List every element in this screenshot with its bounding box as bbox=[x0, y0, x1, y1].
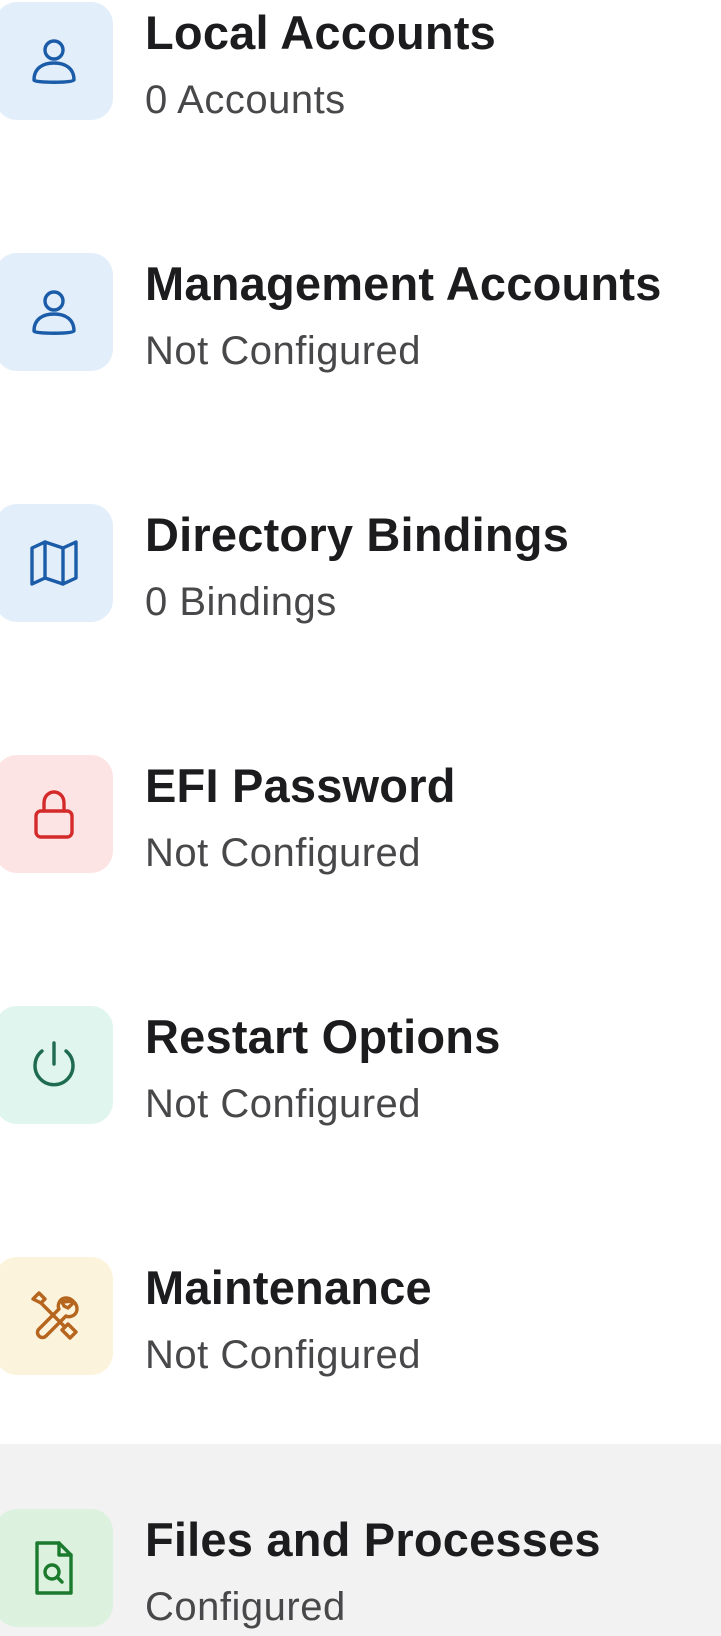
item-subtitle: Not Configured bbox=[145, 831, 422, 875]
item-subtitle: 0 Accounts bbox=[145, 78, 346, 122]
item-subtitle: Configured bbox=[145, 1585, 346, 1629]
file-search-icon bbox=[0, 1509, 113, 1627]
list-item-management-accounts[interactable]: Management Accounts Not Configured bbox=[0, 245, 721, 496]
item-subtitle: Not Configured bbox=[145, 1082, 422, 1126]
list-item-files-and-processes[interactable]: Files and Processes Configured bbox=[0, 1444, 721, 1636]
list-item-local-accounts[interactable]: Local Accounts 0 Accounts bbox=[0, 0, 721, 245]
map-icon bbox=[0, 504, 113, 622]
item-title: Maintenance bbox=[145, 1261, 432, 1314]
list-item-restart-options[interactable]: Restart Options Not Configured bbox=[0, 998, 721, 1249]
item-title: Directory Bindings bbox=[145, 508, 570, 561]
item-title: Restart Options bbox=[145, 1010, 501, 1063]
person-icon bbox=[0, 253, 113, 371]
wrench-screwdriver-icon bbox=[0, 1257, 113, 1375]
lock-icon bbox=[0, 755, 113, 873]
power-icon bbox=[0, 1006, 113, 1124]
item-subtitle: Not Configured bbox=[145, 329, 422, 373]
item-subtitle: Not Configured bbox=[145, 1333, 422, 1377]
item-title: EFI Password bbox=[145, 759, 456, 812]
list-item-efi-password[interactable]: EFI Password Not Configured bbox=[0, 747, 721, 998]
person-icon bbox=[0, 2, 113, 120]
settings-list: Local Accounts 0 Accounts Management Acc… bbox=[0, 0, 721, 1636]
item-title: Management Accounts bbox=[145, 257, 662, 310]
list-item-directory-bindings[interactable]: Directory Bindings 0 Bindings bbox=[0, 496, 721, 747]
item-title: Local Accounts bbox=[145, 6, 497, 59]
item-subtitle: 0 Bindings bbox=[145, 580, 337, 624]
item-title: Files and Processes bbox=[145, 1513, 601, 1566]
